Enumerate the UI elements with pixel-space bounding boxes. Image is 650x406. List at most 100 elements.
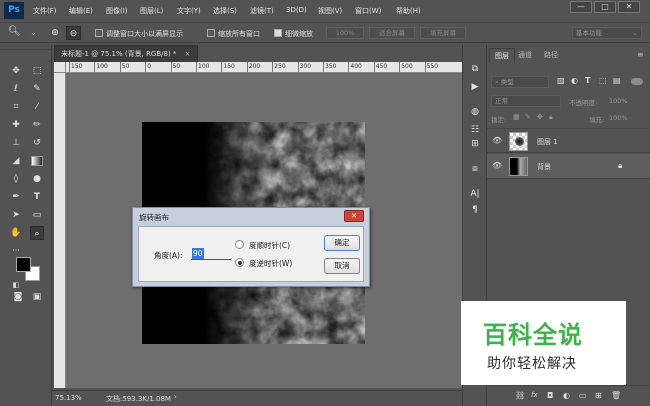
dialog-close-button[interactable]: ✕: [344, 210, 364, 222]
lock-pixels-icon[interactable]: ✎: [525, 113, 531, 121]
pen-tool-icon[interactable]: ✒: [9, 190, 23, 204]
close-window-button[interactable]: ✕: [618, 1, 640, 13]
blur-tool-icon[interactable]: ◊: [9, 172, 23, 186]
crop-tool-icon[interactable]: ⌗: [9, 100, 23, 114]
fx-icon[interactable]: fx: [531, 391, 538, 399]
filter-pixel-icon[interactable]: ▨: [557, 76, 565, 85]
document-tab[interactable]: 未标题-1 @ 75.1% (背景, RGB/8) * ×: [54, 45, 198, 62]
new-group-icon[interactable]: ▭: [579, 391, 587, 400]
layer-name[interactable]: 图层 1: [537, 137, 558, 147]
status-menu-icon[interactable]: ›: [174, 393, 177, 401]
menu-type[interactable]: 文字(Y): [177, 6, 201, 16]
screen-mode-icon[interactable]: ▣: [30, 290, 44, 304]
close-tab-icon[interactable]: ×: [185, 50, 191, 58]
path-selection-tool-icon[interactable]: ➤: [9, 208, 23, 222]
add-mask-icon[interactable]: ◘: [547, 391, 553, 400]
layer-row-background[interactable]: 👁︎ 背景 🔒︎: [487, 154, 650, 179]
lasso-tool-icon[interactable]: ℓ: [9, 82, 23, 96]
marquee-tool-icon[interactable]: ⬚: [30, 64, 44, 78]
cancel-button[interactable]: 取消: [324, 258, 360, 274]
dodge-tool-icon[interactable]: ●: [30, 172, 44, 186]
filter-type-icon[interactable]: T: [585, 76, 590, 85]
type-tool-icon[interactable]: T: [30, 190, 44, 204]
adjustment-layer-icon[interactable]: ◐: [563, 391, 570, 400]
menu-edit[interactable]: 编辑(E): [69, 6, 93, 16]
zoom-all-windows-checkbox[interactable]: [207, 29, 215, 37]
zoom-tool-active-icon[interactable]: ⌕: [30, 226, 44, 240]
lock-position-icon[interactable]: ✥: [537, 113, 543, 121]
zoom-level[interactable]: 75.13%: [55, 394, 82, 402]
vertical-ruler[interactable]: [54, 73, 66, 388]
maximize-button[interactable]: □: [594, 1, 616, 13]
minimize-button[interactable]: —: [570, 1, 592, 13]
menu-file[interactable]: 文件(F): [33, 6, 57, 16]
eye-icon[interactable]: 👁︎: [492, 161, 502, 170]
menu-layer[interactable]: 图层(L): [140, 6, 163, 16]
quick-select-tool-icon[interactable]: ✎: [30, 82, 44, 96]
fill-value[interactable]: 100%: [609, 114, 628, 122]
adjustments-panel-icon[interactable]: ◍: [468, 105, 482, 119]
history-panel-icon[interactable]: ⧉: [468, 62, 482, 76]
tab-channels[interactable]: 通道: [513, 48, 537, 62]
tools-panel-grip[interactable]: [0, 45, 51, 50]
angle-field[interactable]: 90: [191, 248, 231, 260]
panel-menu-icon[interactable]: ≡: [637, 50, 644, 59]
tab-paths[interactable]: 路径: [539, 48, 563, 62]
workspace-select[interactable]: 基本功能 ⌄: [572, 27, 642, 39]
history-brush-tool-icon[interactable]: ↺: [30, 136, 44, 150]
paragraph-panel-icon[interactable]: ¶: [468, 203, 482, 217]
dialog-titlebar[interactable]: 旋转画布 ✕: [133, 208, 369, 226]
ruler-origin[interactable]: [54, 62, 66, 73]
opacity-value[interactable]: 100%: [609, 97, 628, 105]
horizontal-ruler[interactable]: 150 100 50 0 50 100 150 200 250 300 350 400 450 500 55…: [66, 62, 462, 73]
layer-name[interactable]: 背景: [537, 162, 551, 172]
rectangle-tool-icon[interactable]: ▭: [30, 208, 44, 222]
brush-presets-panel-icon[interactable]: ⧈: [468, 162, 482, 176]
zoom-tool-icon[interactable]: 🔍︎: [8, 26, 21, 37]
move-tool-icon[interactable]: ✥: [9, 64, 23, 78]
zoom-100-button[interactable]: 100%: [326, 27, 364, 39]
zoom-out-icon[interactable]: ⊖: [66, 26, 81, 40]
menu-filter[interactable]: 滤镜(T): [250, 6, 274, 16]
lock-transparent-icon[interactable]: ▦: [513, 113, 520, 121]
menu-3d[interactable]: 3D(D): [286, 6, 307, 14]
gradient-tool-icon[interactable]: [31, 156, 43, 166]
eye-icon[interactable]: 👁︎: [492, 136, 502, 145]
document-info[interactable]: 文档:593.3K/1.08M: [106, 394, 171, 404]
resize-windows-checkbox[interactable]: [95, 29, 103, 37]
quick-mask-icon[interactable]: ◙: [11, 290, 25, 304]
hand-tool-icon[interactable]: ✋: [9, 226, 23, 240]
menu-view[interactable]: 视图(V): [318, 6, 342, 16]
styles-panel-icon[interactable]: ⊞: [468, 137, 482, 151]
trash-icon[interactable]: 🗑︎: [611, 391, 621, 400]
zoom-in-icon[interactable]: ⊕: [48, 26, 62, 40]
menu-image[interactable]: 图像(I): [106, 6, 128, 16]
link-layers-icon[interactable]: ⛓︎: [515, 391, 525, 400]
clockwise-radio[interactable]: [235, 240, 244, 249]
clone-stamp-tool-icon[interactable]: ⊥: [9, 136, 23, 150]
blend-mode-select[interactable]: 正常: [491, 95, 561, 107]
ok-button[interactable]: 确定: [324, 235, 360, 251]
filter-kind-select[interactable]: ⌕ 类型: [491, 76, 549, 88]
menu-help[interactable]: 帮助(H): [396, 6, 421, 16]
filter-adjustment-icon[interactable]: ◐: [571, 76, 578, 85]
scrubby-zoom-checkbox[interactable]: [274, 29, 282, 37]
properties-panel-icon[interactable]: ☷: [468, 123, 482, 137]
more-tools-icon[interactable]: ···: [9, 244, 23, 258]
menu-window[interactable]: 窗口(W): [355, 6, 381, 16]
filter-smart-object-icon[interactable]: ▤: [613, 76, 621, 85]
tool-preset-menu[interactable]: ⌄: [30, 28, 37, 37]
filter-toggle[interactable]: [631, 78, 643, 85]
eraser-tool-icon[interactable]: ◢: [9, 154, 23, 168]
menu-select[interactable]: 选择(S): [213, 6, 237, 16]
lock-all-icon[interactable]: 🔒︎: [549, 113, 553, 122]
brush-tool-icon[interactable]: ✏: [30, 118, 44, 132]
character-panel-icon[interactable]: A|: [468, 187, 482, 201]
new-layer-icon[interactable]: ⊞: [595, 391, 602, 400]
filter-shape-icon[interactable]: ⬚: [599, 76, 607, 85]
actions-panel-icon[interactable]: ▶: [468, 80, 482, 94]
counterclockwise-radio[interactable]: [235, 258, 244, 267]
fill-screen-button[interactable]: 填充屏幕: [420, 27, 466, 39]
layer-row[interactable]: 👁︎ 图层 1: [487, 128, 650, 153]
fit-screen-button[interactable]: 适合屏幕: [369, 27, 415, 39]
